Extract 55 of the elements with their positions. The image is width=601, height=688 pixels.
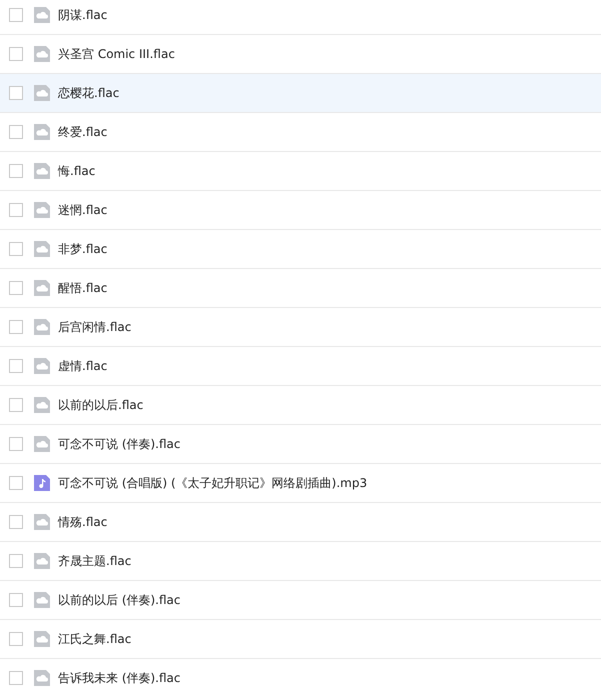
cloud-file-icon [34, 202, 50, 218]
file-name[interactable]: 后宫闲情.flac [58, 318, 132, 336]
checkbox[interactable] [9, 476, 23, 490]
cloud-file-icon [34, 670, 50, 686]
file-name[interactable]: 非梦.flac [58, 240, 108, 258]
file-name[interactable]: 江氏之舞.flac [58, 630, 132, 648]
file-name[interactable]: 齐晟主题.flac [58, 552, 132, 570]
checkbox[interactable] [9, 47, 23, 61]
file-name[interactable]: 虚情.flac [58, 357, 108, 375]
cloud-file-icon [34, 319, 50, 335]
file-name[interactable]: 以前的以后 (伴奏).flac [58, 591, 181, 609]
checkbox[interactable] [9, 398, 23, 412]
cloud-file-icon [34, 163, 50, 179]
cloud-file-icon [34, 124, 50, 140]
file-name[interactable]: 阴谋.flac [58, 6, 108, 24]
checkbox[interactable] [9, 125, 23, 139]
file-name[interactable]: 可念不可说 (伴奏).flac [58, 435, 181, 453]
checkbox[interactable] [9, 437, 23, 451]
checkbox[interactable] [9, 320, 23, 334]
checkbox[interactable] [9, 8, 23, 22]
cloud-file-icon [34, 397, 50, 413]
cloud-file-icon [34, 592, 50, 608]
checkbox[interactable] [9, 164, 23, 178]
file-name[interactable]: 醒悟.flac [58, 279, 108, 297]
cloud-file-icon [34, 241, 50, 257]
cloud-file-icon [34, 631, 50, 647]
file-name[interactable]: 兴圣宫 Comic III.flac [58, 45, 175, 63]
file-name[interactable]: 告诉我未来 (伴奏).flac [58, 669, 181, 687]
checkbox[interactable] [9, 554, 23, 568]
cloud-file-icon [34, 280, 50, 296]
cloud-file-icon [34, 514, 50, 530]
cloud-file-icon [34, 553, 50, 569]
file-name[interactable]: 可念不可说 (合唱版) (《太子妃升职记》网络剧插曲).mp3 [58, 474, 368, 492]
checkbox[interactable] [9, 671, 23, 685]
music-file-icon [34, 475, 50, 491]
checkbox[interactable] [9, 632, 23, 646]
cloud-file-icon [34, 85, 50, 101]
checkbox[interactable] [9, 203, 23, 217]
file-name[interactable]: 迷惘.flac [58, 201, 108, 219]
file-name[interactable]: 恋樱花.flac [58, 84, 120, 102]
file-name[interactable]: 情殇.flac [58, 513, 108, 531]
checkbox[interactable] [9, 593, 23, 607]
file-name[interactable]: 以前的以后.flac [58, 396, 144, 414]
checkbox[interactable] [9, 86, 23, 100]
cloud-file-icon [34, 46, 50, 62]
file-row[interactable]: 恋樱花.flac [0, 74, 601, 113]
checkbox[interactable] [9, 242, 23, 256]
checkbox[interactable] [9, 359, 23, 373]
cloud-file-icon [34, 358, 50, 374]
file-name[interactable]: 悔.flac [58, 162, 96, 180]
checkbox[interactable] [9, 281, 23, 295]
cloud-file-icon [34, 7, 50, 23]
cloud-file-icon [34, 436, 50, 452]
checkbox[interactable] [9, 515, 23, 529]
file-name[interactable]: 终爱.flac [58, 123, 108, 141]
